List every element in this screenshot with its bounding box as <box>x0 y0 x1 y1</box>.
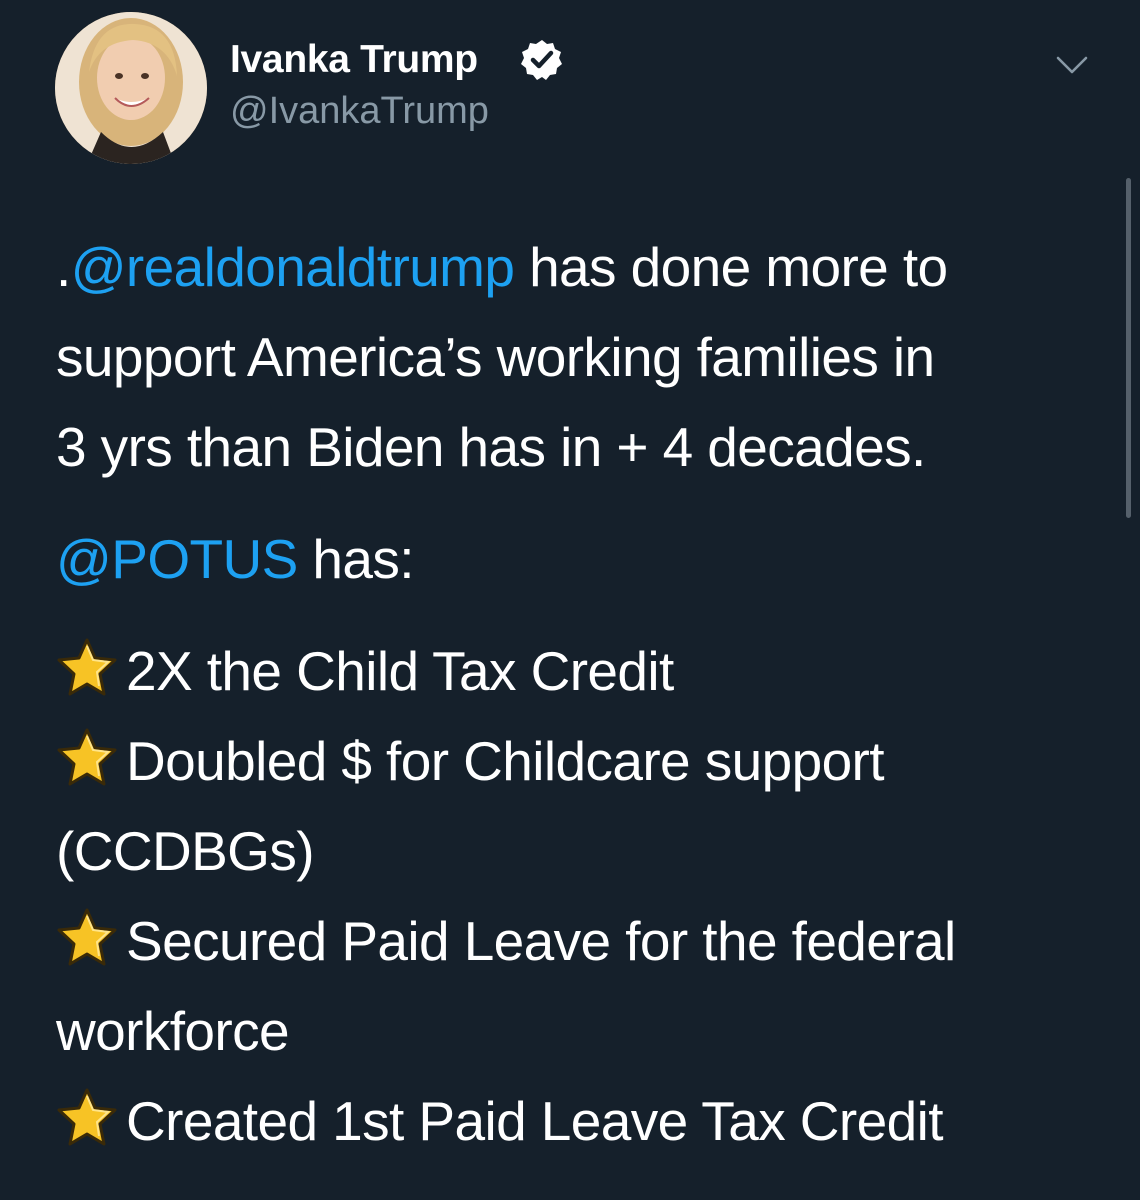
list-item: Secured Paid Leave for the federal <box>56 896 1116 986</box>
scrollbar[interactable] <box>1126 178 1131 518</box>
mention-realdonaldtrump[interactable]: @realdonaldtrump <box>71 236 515 298</box>
text-line: 3 yrs than Biden has in + 4 decades. <box>56 416 926 478</box>
list-item: Doubled $ for Childcare support <box>56 716 1116 806</box>
profile-photo-icon <box>55 12 207 164</box>
list-item-continuation: (CCDBGs) <box>56 820 315 882</box>
star-icon <box>54 726 126 786</box>
potus-paragraph: @POTUS has: <box>56 514 1116 604</box>
star-icon <box>54 636 126 696</box>
list-item-text: Secured Paid Leave for the federal <box>126 910 956 972</box>
bullet-list: 2X the Child Tax Credit Doubled $ for Ch… <box>56 626 1116 1166</box>
text-segment: has: <box>297 528 414 590</box>
display-name[interactable]: Ivanka Trump <box>230 37 478 83</box>
user-handle[interactable]: @IvankaTrump <box>230 88 489 134</box>
chevron-down-icon[interactable] <box>1052 44 1092 84</box>
list-item-text: 2X the Child Tax Credit <box>126 640 674 702</box>
list-item-continuation: workforce <box>56 1000 290 1062</box>
intro-paragraph: .@realdonaldtrump has done more to suppo… <box>56 222 1116 492</box>
star-icon <box>54 906 126 966</box>
list-item: 2X the Child Tax Credit <box>56 626 1116 716</box>
text-line: .@realdonaldtrump has done more to <box>56 222 1116 312</box>
avatar[interactable] <box>55 12 207 164</box>
verified-badge-icon <box>520 38 564 82</box>
list-item-text: Created 1st Paid Leave Tax Credit <box>126 1090 943 1152</box>
text-line: support America’s working families in <box>56 326 935 388</box>
tweet-text: .@realdonaldtrump has done more to suppo… <box>56 222 1116 1166</box>
star-icon <box>54 1086 126 1146</box>
text-segment: has done more to <box>514 236 948 298</box>
period: . <box>56 236 71 298</box>
list-item: Created 1st Paid Leave Tax Credit <box>56 1076 1116 1166</box>
mention-potus[interactable]: @POTUS <box>56 528 298 590</box>
tweet: Ivanka Trump @IvankaTrump .@realdonaldtr… <box>0 0 1140 1200</box>
list-item-text: Doubled $ for Childcare support <box>126 730 885 792</box>
text-line: @POTUS has: <box>56 514 1116 604</box>
